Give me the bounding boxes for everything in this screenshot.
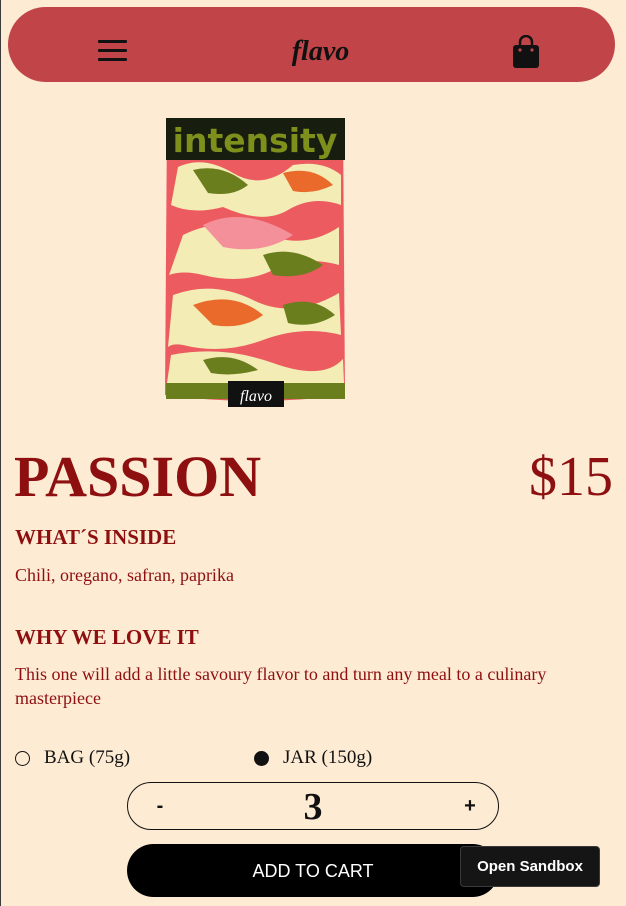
- product-image: intensity flavo: [163, 115, 347, 408]
- whats-inside-heading: WHAT´S INSIDE: [15, 525, 177, 549]
- bag-radio[interactable]: [15, 750, 30, 766]
- description-text: This one will add a little savoury flavo…: [15, 664, 547, 708]
- quantity-stepper: - 3 +: [127, 782, 499, 830]
- brand-logo[interactable]: flavo: [278, 35, 363, 69]
- product-price: $15: [529, 446, 613, 508]
- jar-radio[interactable]: [254, 750, 269, 766]
- top-nav-bar: flavo: [8, 7, 615, 82]
- package-brand: flavo: [240, 388, 272, 405]
- jar-size-label: JAR (150g): [283, 747, 373, 768]
- size-option-jar[interactable]: JAR (150g): [254, 746, 372, 770]
- hamburger-menu-icon[interactable]: [98, 40, 128, 64]
- ingredients-text: Chili, oregano, safran, paprika: [15, 565, 234, 585]
- open-sandbox-button[interactable]: Open Sandbox: [460, 846, 600, 887]
- add-to-cart-button[interactable]: ADD TO CART: [127, 844, 499, 897]
- product-title: PASSION: [14, 444, 262, 509]
- size-option-bag[interactable]: BAG (75g): [15, 746, 130, 770]
- shopping-bag-icon[interactable]: [511, 34, 541, 69]
- quantity-value: 3: [303, 786, 323, 828]
- why-we-love-it-heading: WHY WE LOVE IT: [15, 625, 199, 649]
- bag-size-label: BAG (75g): [44, 747, 131, 768]
- package-label: intensity: [173, 121, 338, 160]
- increase-quantity-button[interactable]: +: [455, 789, 485, 823]
- page-edge-border: [0, 0, 1, 906]
- decrease-quantity-button[interactable]: -: [145, 789, 175, 823]
